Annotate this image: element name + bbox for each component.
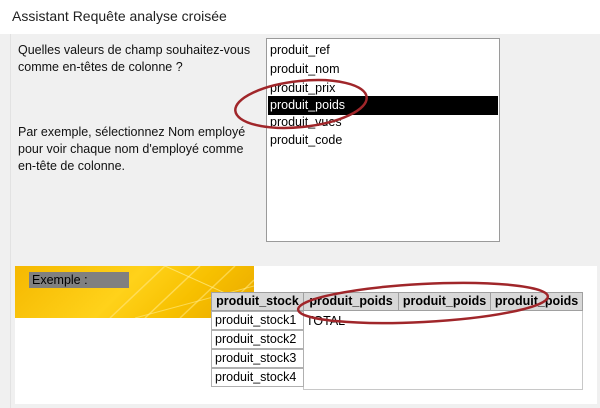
row-header: produit_stock4 [211,368,304,387]
column-header: produit_poids [490,292,583,311]
row-header: produit_stock1 [211,311,304,330]
sample-label: Exemple : [29,272,129,288]
field-item-produit-ref[interactable]: produit_ref [268,41,498,60]
field-listbox[interactable]: produit_ref produit_nom produit_prix pro… [266,38,500,242]
row-header: produit_stock2 [211,330,304,349]
column-header: produit_poids [398,292,491,311]
question-text: Quelles valeurs de champ souhaitez-vous … [18,43,251,74]
field-item-produit-nom[interactable]: produit_nom [268,60,498,79]
total-cell: TOTAL [306,314,346,328]
field-item-produit-vues[interactable]: produit_vues [268,113,498,132]
panel-edge [0,34,11,408]
window-title: Assistant Requête analyse croisée [12,8,227,24]
example-description: Par exemple, sélectionnez Nom employé po… [18,125,246,173]
column-header: produit_poids [303,292,399,311]
corner-header: produit_stock [211,292,304,311]
field-item-produit-code[interactable]: produit_code [268,131,498,150]
row-header: produit_stock3 [211,349,304,368]
title-bar: Assistant Requête analyse croisée [0,0,600,35]
